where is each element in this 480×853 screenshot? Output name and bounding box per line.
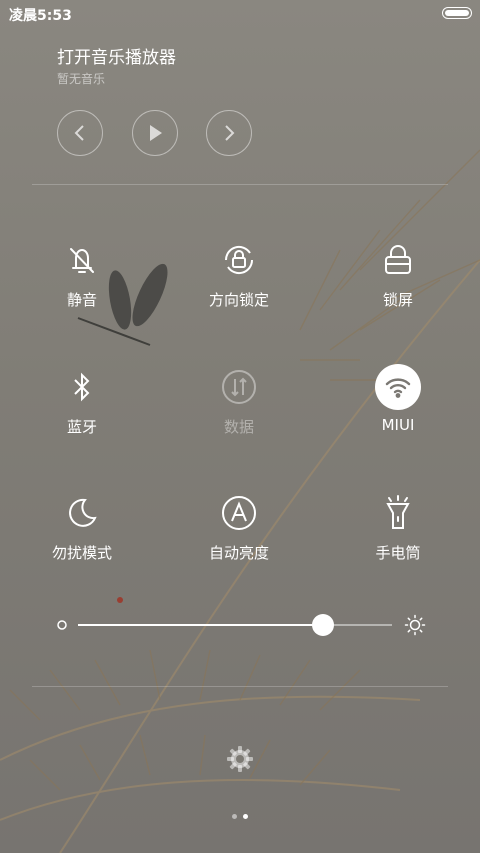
- toggle-bluetooth[interactable]: 蓝牙: [22, 364, 142, 437]
- flashlight-icon: [375, 490, 421, 536]
- chevron-right-icon: [225, 125, 235, 141]
- toggle-label: MIUI: [381, 416, 415, 434]
- lock-icon: [375, 237, 421, 283]
- toggle-label: 自动亮度: [208, 544, 269, 562]
- brightness-slider[interactable]: [56, 608, 426, 642]
- page-dot: [232, 814, 237, 819]
- page-indicator: [0, 814, 480, 819]
- toggle-flashlight[interactable]: 手电筒: [338, 490, 458, 563]
- page-dot-active: [243, 814, 248, 819]
- toggle-mobile-data[interactable]: 数据: [179, 364, 299, 437]
- bluetooth-icon: [59, 364, 105, 410]
- toggle-label: 手电筒: [375, 544, 421, 562]
- moon-icon: [59, 490, 105, 536]
- divider: [32, 686, 448, 687]
- brightness-track: [78, 614, 392, 636]
- play-icon: [150, 125, 162, 141]
- toggle-label: 方向锁定: [208, 291, 269, 309]
- brightness-low-icon: [57, 620, 67, 630]
- toggle-label: 静音: [66, 291, 97, 309]
- music-open-player[interactable]: 打开音乐播放器: [57, 43, 176, 68]
- toggle-label: 数据: [223, 418, 254, 436]
- toggle-do-not-disturb[interactable]: 勿扰模式: [22, 490, 142, 563]
- toggle-label: 勿扰模式: [51, 544, 112, 562]
- status-clock: 凌晨5:53: [9, 8, 72, 24]
- toggle-lock-screen[interactable]: 锁屏: [338, 237, 458, 310]
- wifi-icon: [375, 364, 421, 410]
- toggle-rotation-lock[interactable]: 方向锁定: [179, 237, 299, 310]
- toggle-label: 锁屏: [382, 291, 413, 309]
- mobile-data-icon: [216, 364, 262, 410]
- chevron-left-icon: [74, 125, 84, 141]
- battery-icon: [442, 7, 472, 19]
- gear-icon[interactable]: [226, 745, 254, 773]
- auto-brightness-icon: [216, 490, 262, 536]
- brightness-fill: [78, 624, 323, 626]
- music-status: 暂无音乐: [57, 72, 106, 86]
- next-track-button[interactable]: [206, 110, 252, 156]
- status-bar: 凌晨5:53: [0, 0, 480, 26]
- previous-track-button[interactable]: [57, 110, 103, 156]
- toggle-silent[interactable]: 静音: [22, 237, 142, 310]
- divider: [32, 184, 448, 185]
- rotation-lock-icon: [216, 237, 262, 283]
- sun-icon: [404, 614, 426, 636]
- toggle-wifi[interactable]: MIUI: [338, 364, 458, 434]
- play-button[interactable]: [132, 110, 178, 156]
- toggle-label: 蓝牙: [66, 418, 97, 436]
- toggle-auto-brightness[interactable]: 自动亮度: [179, 490, 299, 563]
- brightness-thumb[interactable]: [311, 614, 334, 636]
- bell-off-icon: [59, 237, 105, 283]
